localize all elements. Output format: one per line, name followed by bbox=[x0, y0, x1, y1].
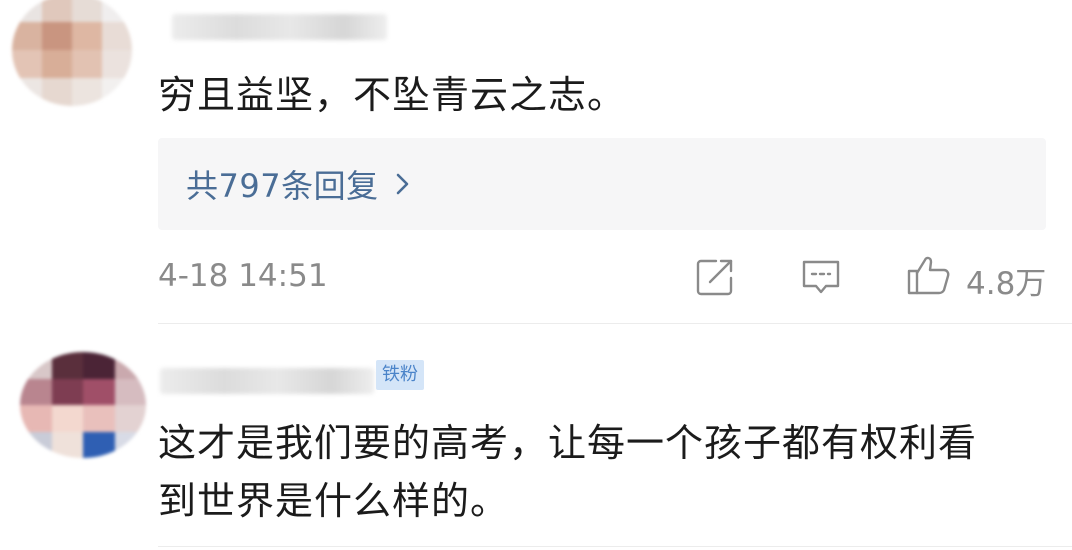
share-icon[interactable] bbox=[694, 256, 736, 298]
avatar[interactable] bbox=[12, 0, 132, 106]
username-blurred[interactable] bbox=[172, 14, 387, 40]
comment-timestamp: 4-18 14:51 bbox=[158, 258, 328, 294]
fan-badge: 铁粉 bbox=[376, 360, 424, 390]
username-blurred[interactable] bbox=[160, 368, 374, 394]
view-replies-button[interactable]: 共797条回复 bbox=[158, 138, 1046, 230]
avatar[interactable] bbox=[20, 352, 146, 458]
thumbs-up-icon[interactable] bbox=[906, 252, 952, 298]
comment-icon[interactable] bbox=[800, 256, 842, 298]
comment-text: 穷且益坚，不坠青云之志。 bbox=[158, 73, 627, 117]
like-count: 4.8万 bbox=[966, 266, 1047, 302]
comment-divider bbox=[158, 323, 1072, 324]
comment-divider bbox=[158, 546, 1072, 547]
replies-count-label: 共797条回复 bbox=[186, 167, 379, 205]
chevron-right-icon bbox=[393, 170, 413, 198]
comment-text: 这才是我们要的高考，让每一个孩子都有权利看 到世界是什么样的。 bbox=[158, 421, 978, 523]
